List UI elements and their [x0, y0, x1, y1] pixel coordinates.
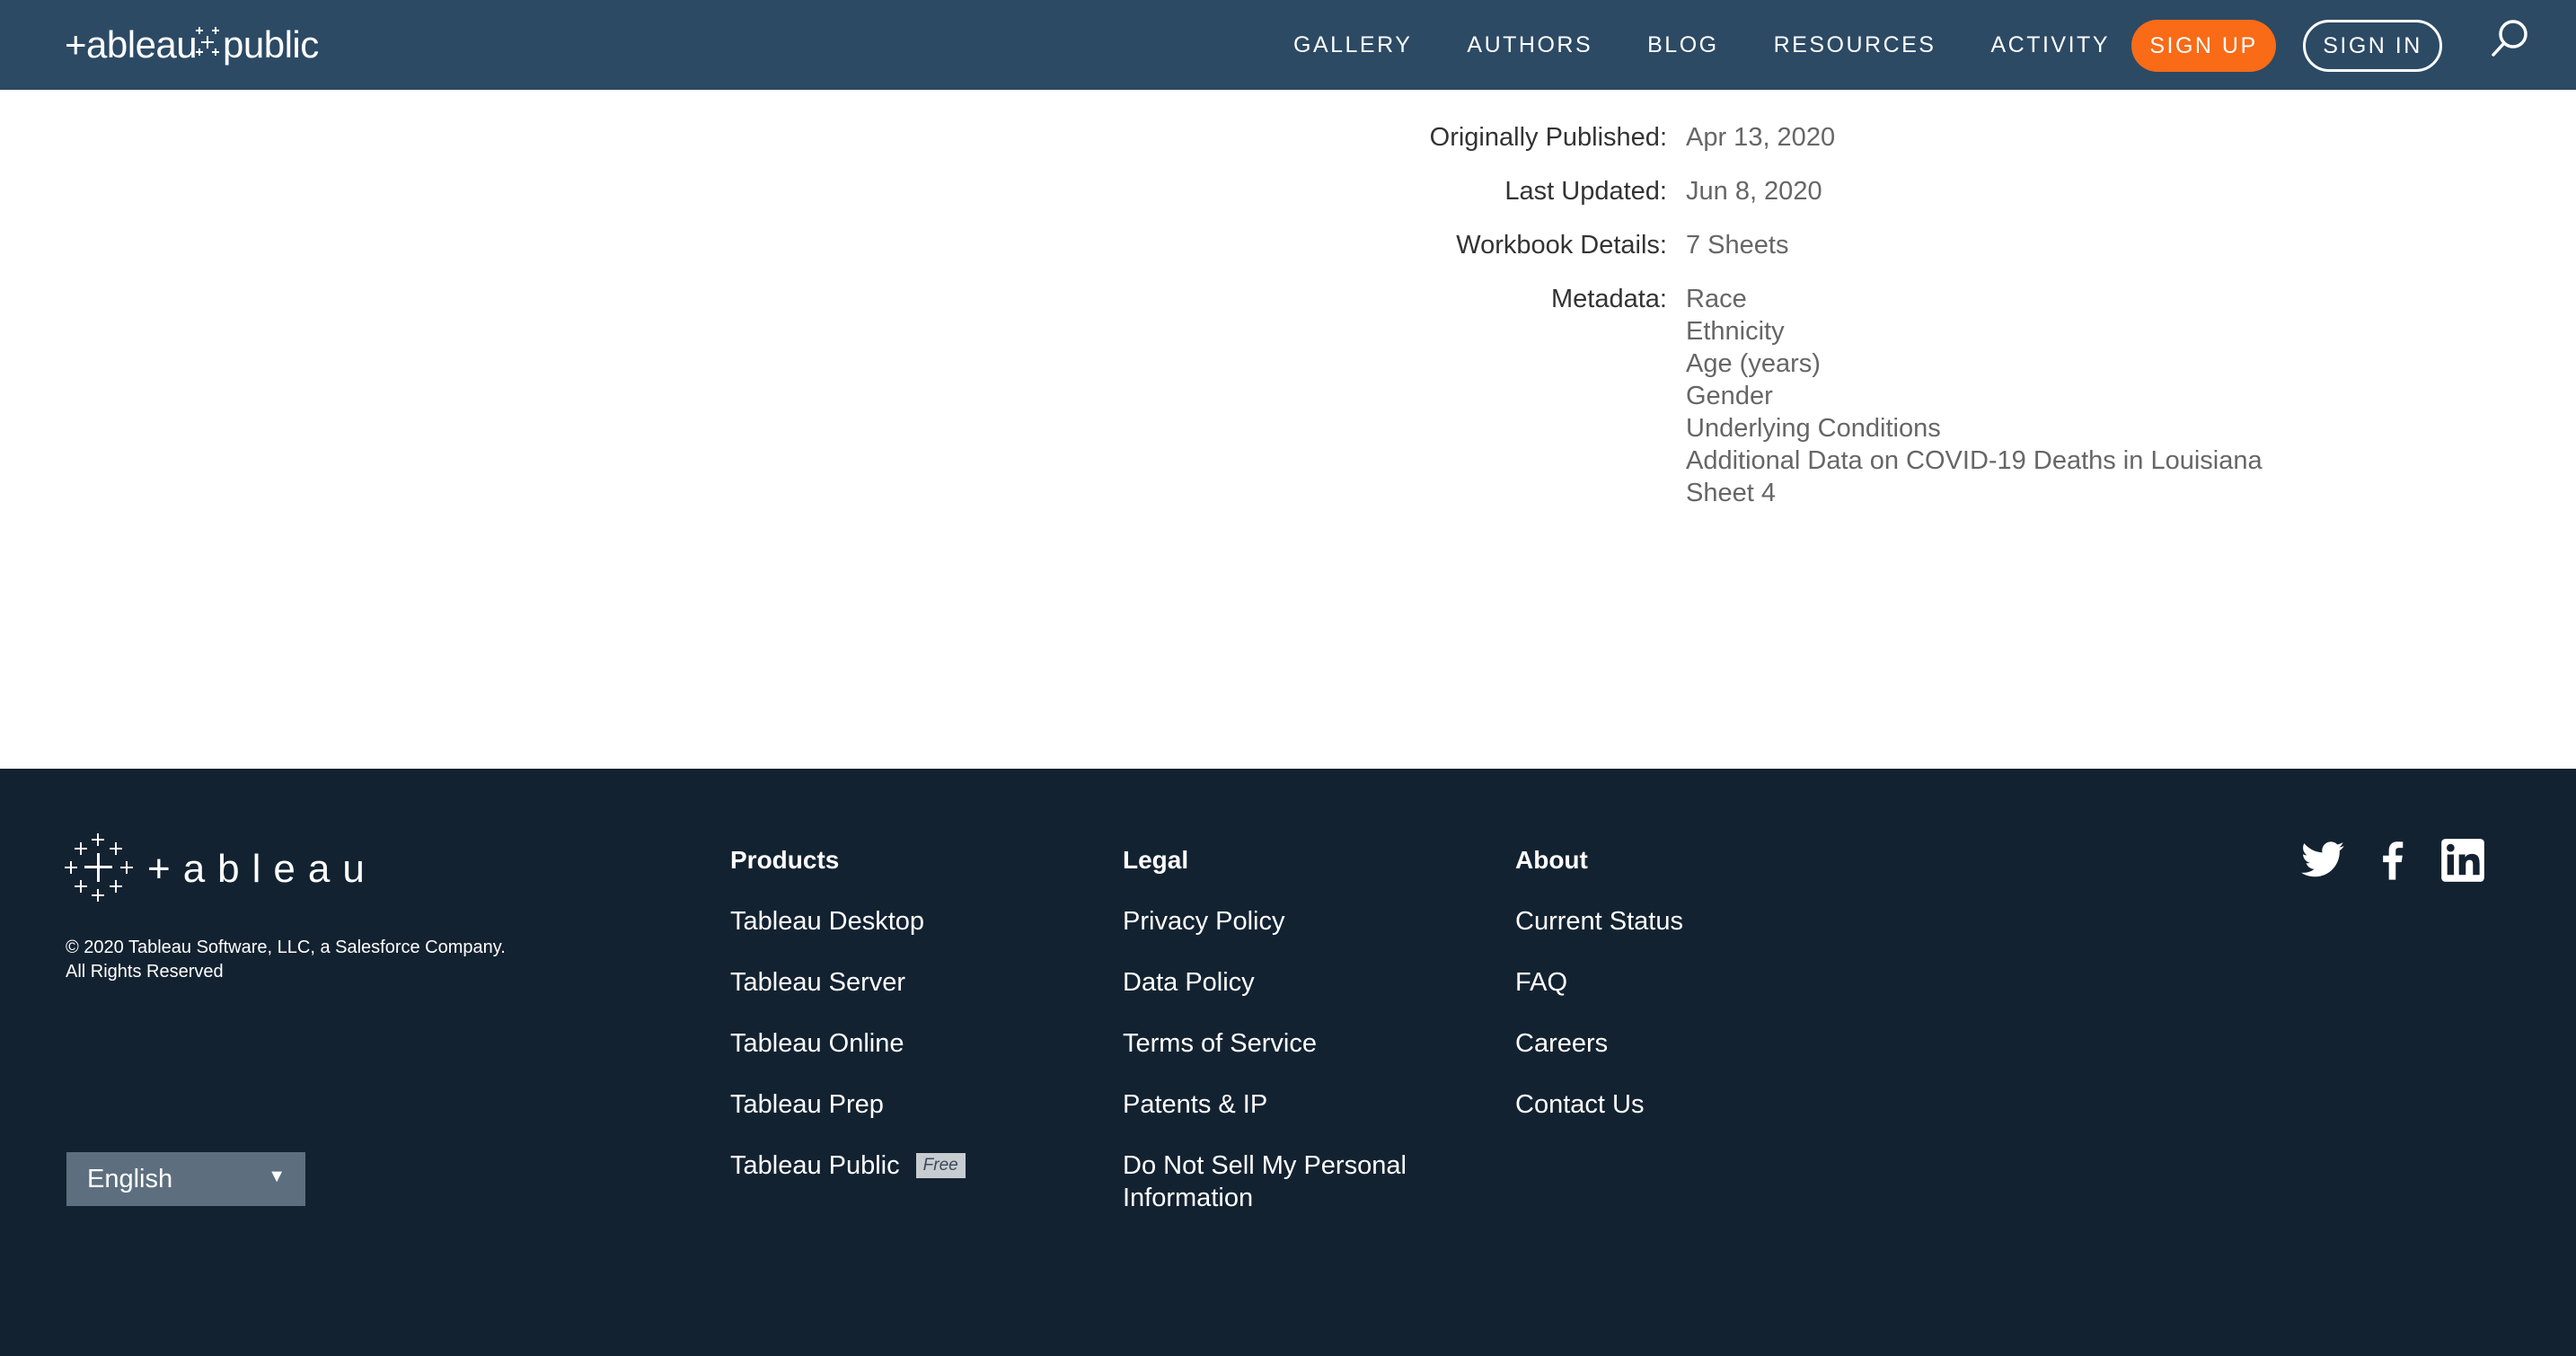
products-heading: Products — [730, 846, 840, 874]
link-tableau-online[interactable]: Tableau Online — [730, 1027, 966, 1060]
facebook-icon[interactable] — [2369, 837, 2416, 884]
svg-text:+ableau: +ableau — [147, 847, 377, 891]
link-faq[interactable]: FAQ — [1515, 966, 1683, 999]
metadata-item-additional-data: Additional Data on COVID-19 Deaths in Lo… — [1686, 446, 2263, 475]
about-heading: About — [1515, 846, 1588, 874]
sign-in-button[interactable]: SIGN IN — [2303, 20, 2442, 72]
tableau-public-label: Tableau Public — [730, 1151, 900, 1180]
link-tableau-prep[interactable]: Tableau Prep — [730, 1088, 966, 1121]
metadata-item-sheet-4: Sheet 4 — [1686, 479, 1776, 507]
tableau-public-logo-mark: +ableau public — [65, 23, 319, 66]
legal-heading: Legal — [1123, 846, 1189, 874]
footer-products-column: Products Tableau Desktop Tableau Server … — [730, 844, 966, 1211]
workbook-value: 7 Sheets — [1686, 231, 1789, 260]
main-nav: GALLERY AUTHORS BLOG RESOURCES ACTIVITY — [1293, 0, 2165, 90]
link-privacy-policy[interactable]: Privacy Policy — [1123, 905, 1428, 938]
link-data-policy[interactable]: Data Policy — [1123, 966, 1428, 999]
metadata-item-underlying-conditions: Underlying Conditions — [1686, 414, 1941, 443]
link-do-not-sell[interactable]: Do Not Sell My Personal Information — [1123, 1149, 1428, 1214]
footer-legal-column: Legal Privacy Policy Data Policy Terms o… — [1123, 844, 1428, 1243]
language-select[interactable]: English ▼ — [66, 1152, 305, 1206]
metadata-item-gender: Gender — [1686, 382, 1773, 410]
tableau-logo[interactable]: +ableau — [65, 833, 397, 902]
top-navigation-bar: +ableau public GALLERY AUTHORS BLOG RESO… — [0, 0, 2576, 90]
link-contact-us[interactable]: Contact Us — [1515, 1088, 1683, 1121]
metadata-label: Metadata: — [1551, 285, 1667, 313]
nav-gallery[interactable]: GALLERY — [1293, 32, 1412, 58]
link-current-status[interactable]: Current Status — [1515, 905, 1683, 938]
link-terms-of-service[interactable]: Terms of Service — [1123, 1027, 1428, 1060]
svg-text:public: public — [223, 23, 319, 66]
chevron-down-icon: ▼ — [268, 1167, 286, 1186]
metadata-item-age: Age (years) — [1686, 349, 1821, 378]
link-careers[interactable]: Careers — [1515, 1027, 1683, 1060]
search-icon[interactable] — [2488, 16, 2531, 61]
free-badge: Free — [915, 1153, 966, 1178]
nav-activity[interactable]: ACTIVITY — [1990, 32, 2110, 58]
link-patents-ip[interactable]: Patents & IP — [1123, 1088, 1428, 1121]
twitter-icon[interactable] — [2299, 837, 2346, 884]
site-footer: +ableau © 2020 Tableau Software, LLC, a … — [0, 769, 2576, 1356]
social-links — [2299, 837, 2486, 884]
nav-blog[interactable]: BLOG — [1647, 32, 1718, 58]
tableau-public-logo[interactable]: +ableau public — [65, 20, 334, 70]
metadata-list: Race Ethnicity Age (years) Gender Underl… — [1686, 283, 2263, 509]
updated-value: Jun 8, 2020 — [1686, 177, 1822, 206]
copyright-line-2: All Rights Reserved — [66, 962, 224, 982]
footer-about-column: About Current Status FAQ Careers Contact… — [1515, 844, 1683, 1149]
published-value: Apr 13, 2020 — [1686, 123, 1836, 152]
link-tableau-desktop[interactable]: Tableau Desktop — [730, 905, 966, 938]
published-label: Originally Published: — [1429, 123, 1667, 152]
metadata-item-race: Race — [1686, 285, 1747, 313]
nav-authors[interactable]: AUTHORS — [1467, 32, 1592, 58]
updated-label: Last Updated: — [1504, 177, 1667, 206]
link-tableau-server[interactable]: Tableau Server — [730, 966, 966, 999]
svg-text:+ableau: +ableau — [65, 23, 197, 66]
copyright: © 2020 Tableau Software, LLC, a Salesfor… — [66, 936, 506, 984]
language-value: English — [87, 1164, 173, 1193]
copyright-line-1: © 2020 Tableau Software, LLC, a Salesfor… — [66, 938, 506, 957]
linkedin-icon[interactable] — [2439, 837, 2486, 884]
sign-up-button[interactable]: SIGN UP — [2131, 20, 2276, 72]
workbook-label: Workbook Details: — [1456, 231, 1667, 260]
nav-resources[interactable]: RESOURCES — [1774, 32, 1936, 58]
metadata-item-ethnicity: Ethnicity — [1686, 317, 1785, 346]
link-tableau-public[interactable]: Tableau Public Free — [730, 1149, 966, 1182]
